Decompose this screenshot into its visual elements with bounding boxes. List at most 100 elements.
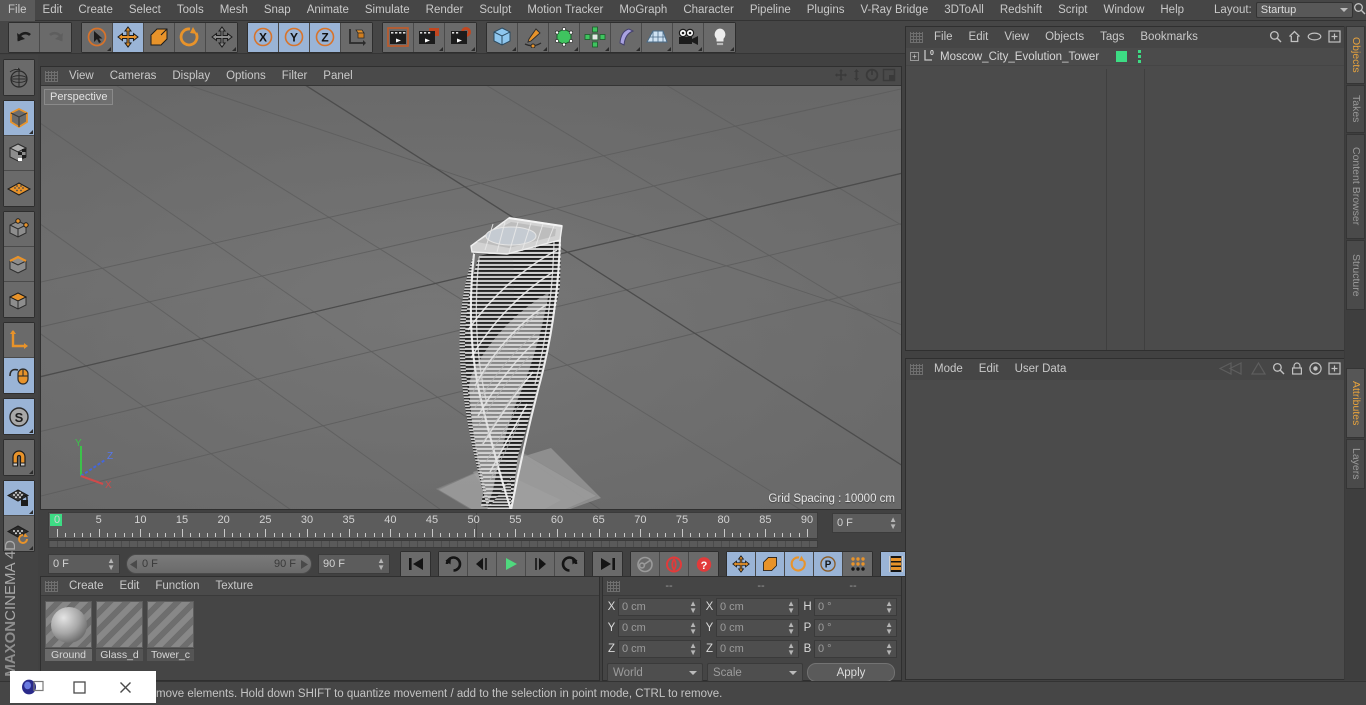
- search-icon[interactable]: [1269, 30, 1282, 46]
- attributes-menu-edit[interactable]: Edit: [971, 359, 1007, 380]
- app-icon[interactable]: [10, 671, 56, 703]
- material-item[interactable]: Tower_c: [147, 601, 194, 661]
- viewport-solo-button[interactable]: [4, 358, 34, 393]
- go-to-end-button[interactable]: [593, 552, 622, 576]
- viewport-menu-filter[interactable]: Filter: [274, 67, 316, 86]
- menu-window[interactable]: Window: [1095, 0, 1152, 21]
- spinner-icon[interactable]: ▲ ▼: [787, 621, 795, 636]
- lock-icon[interactable]: [1291, 361, 1303, 378]
- world-coordinate-system-button[interactable]: [341, 22, 372, 52]
- history-forward-icon[interactable]: [1250, 361, 1267, 378]
- tab-content-browser[interactable]: Content Browser: [1346, 134, 1365, 239]
- spinner-icon[interactable]: ▲ ▼: [885, 642, 893, 657]
- loop-button[interactable]: [555, 552, 584, 576]
- spinner-icon[interactable]: ▲ ▼: [689, 642, 697, 657]
- live-selection-tool-button[interactable]: [82, 22, 113, 52]
- object-tree[interactable]: + 0 Moscow_City_Evolution_Tower: [906, 48, 1344, 350]
- history-back-icon[interactable]: [1218, 361, 1245, 378]
- texture-mode-button[interactable]: [4, 136, 34, 171]
- material-item[interactable]: Ground: [45, 601, 92, 661]
- dolly-view-icon[interactable]: [851, 68, 862, 85]
- menu-animate[interactable]: Animate: [299, 0, 357, 21]
- spinner-icon[interactable]: ▲ ▼: [787, 600, 795, 615]
- menu-sculpt[interactable]: Sculpt: [471, 0, 519, 21]
- add-camera-button[interactable]: [673, 22, 704, 52]
- rotation-b-field[interactable]: 0 ° ▲ ▼: [814, 640, 897, 658]
- size-x-field[interactable]: 0 cm ▲ ▼: [716, 598, 799, 616]
- move-tool-button[interactable]: [113, 22, 144, 52]
- add-primitive-button[interactable]: [487, 22, 518, 52]
- position-key-button[interactable]: [727, 552, 756, 576]
- position-z-field[interactable]: 0 cm ▲ ▼: [618, 640, 701, 658]
- expand-object-icon[interactable]: +: [910, 52, 919, 61]
- spinner-icon[interactable]: ▲ ▼: [787, 642, 795, 657]
- plus-box-icon[interactable]: [1328, 29, 1341, 46]
- menu-pipeline[interactable]: Pipeline: [742, 0, 799, 21]
- add-generator-button[interactable]: [549, 22, 580, 52]
- lock-workplane-button[interactable]: [4, 481, 34, 516]
- workplane-mode-button[interactable]: [4, 171, 34, 206]
- lock-z-axis-button[interactable]: Z: [310, 22, 341, 52]
- object-menu-objects[interactable]: Objects: [1037, 27, 1092, 48]
- size-y-field[interactable]: 0 cm ▲ ▼: [716, 619, 799, 637]
- menu-edit[interactable]: Edit: [35, 0, 71, 21]
- redo-button[interactable]: [40, 22, 71, 52]
- object-menu-bookmarks[interactable]: Bookmarks: [1132, 27, 1206, 48]
- global-move-tool-button[interactable]: [206, 22, 237, 52]
- render-to-picture-viewer-button[interactable]: [414, 22, 445, 52]
- keyframe-selection-button[interactable]: ?: [689, 552, 718, 576]
- model-mode-button[interactable]: [4, 101, 34, 136]
- start-frame-field[interactable]: 0 F ▲ ▼: [48, 554, 120, 574]
- size-z-field[interactable]: 0 cm ▲ ▼: [716, 640, 799, 658]
- 3d-viewport[interactable]: Perspective Grid Spacing : 10000 cm Y Z …: [41, 86, 901, 509]
- coordinate-system-dropdown[interactable]: World: [607, 663, 703, 682]
- menu-create[interactable]: Create: [70, 0, 121, 21]
- polygons-mode-button[interactable]: [4, 282, 34, 317]
- menu-select[interactable]: Select: [121, 0, 169, 21]
- add-light-button[interactable]: [704, 22, 735, 52]
- spinner-icon[interactable]: ▲ ▼: [689, 600, 697, 615]
- scale-tool-button[interactable]: [144, 22, 175, 52]
- spinner-icon[interactable]: ▲ ▼: [889, 516, 897, 531]
- menu-3dtoall[interactable]: 3DToAll: [936, 0, 992, 21]
- spinner-icon[interactable]: ▲ ▼: [377, 557, 385, 572]
- enable-snap-button[interactable]: S: [4, 399, 34, 434]
- rotation-p-field[interactable]: 0 ° ▲ ▼: [814, 619, 897, 637]
- object-tag-dots-icon[interactable]: [1138, 50, 1141, 63]
- panel-grip-icon[interactable]: [45, 70, 58, 82]
- rotate-tool-button[interactable]: [175, 22, 206, 52]
- spinner-icon[interactable]: ▲ ▼: [885, 621, 893, 636]
- enable-axis-modification-button[interactable]: [4, 323, 34, 358]
- undo-view-button[interactable]: [4, 60, 34, 95]
- lock-x-axis-button[interactable]: X: [248, 22, 279, 52]
- timeline-ruler[interactable]: 0 5 10 15 20 25 30 35 40 45 50 55 60 65 70 75 80 85 90: [48, 512, 818, 539]
- menu-script[interactable]: Script: [1050, 0, 1095, 21]
- rotation-h-field[interactable]: 0 ° ▲ ▼: [814, 598, 897, 616]
- transform-mode-dropdown[interactable]: Scale: [707, 663, 803, 682]
- rotation-key-button[interactable]: [785, 552, 814, 576]
- object-tree-row[interactable]: + 0 Moscow_City_Evolution_Tower: [906, 48, 1344, 66]
- attributes-menu-user-data[interactable]: User Data: [1007, 359, 1075, 380]
- position-y-field[interactable]: 0 cm ▲ ▼: [618, 619, 701, 637]
- maximize-viewport-icon[interactable]: [882, 68, 896, 85]
- menu-mesh[interactable]: Mesh: [212, 0, 256, 21]
- search-icon[interactable]: [1353, 2, 1366, 18]
- search-icon[interactable]: [1272, 362, 1285, 378]
- lock-y-axis-button[interactable]: Y: [279, 22, 310, 52]
- render-settings-button[interactable]: [445, 22, 476, 52]
- restore-window-button[interactable]: [56, 671, 102, 703]
- viewport-menu-options[interactable]: Options: [218, 67, 274, 86]
- undo-button[interactable]: [9, 22, 40, 52]
- home-icon[interactable]: [1288, 30, 1301, 46]
- rotate-view-icon[interactable]: [865, 68, 879, 85]
- object-menu-view[interactable]: View: [996, 27, 1037, 48]
- menu-help[interactable]: Help: [1152, 0, 1192, 21]
- go-to-start-button[interactable]: [401, 552, 430, 576]
- menu-plugins[interactable]: Plugins: [799, 0, 853, 21]
- end-frame-field[interactable]: 90 F ▲ ▼: [318, 554, 390, 574]
- viewport-menu-display[interactable]: Display: [164, 67, 218, 86]
- apply-button[interactable]: Apply: [807, 663, 895, 682]
- timeline-keyframe-strip[interactable]: [48, 540, 818, 548]
- menu-vray-bridge[interactable]: V-Ray Bridge: [852, 0, 936, 21]
- material-menu-function[interactable]: Function: [147, 577, 207, 596]
